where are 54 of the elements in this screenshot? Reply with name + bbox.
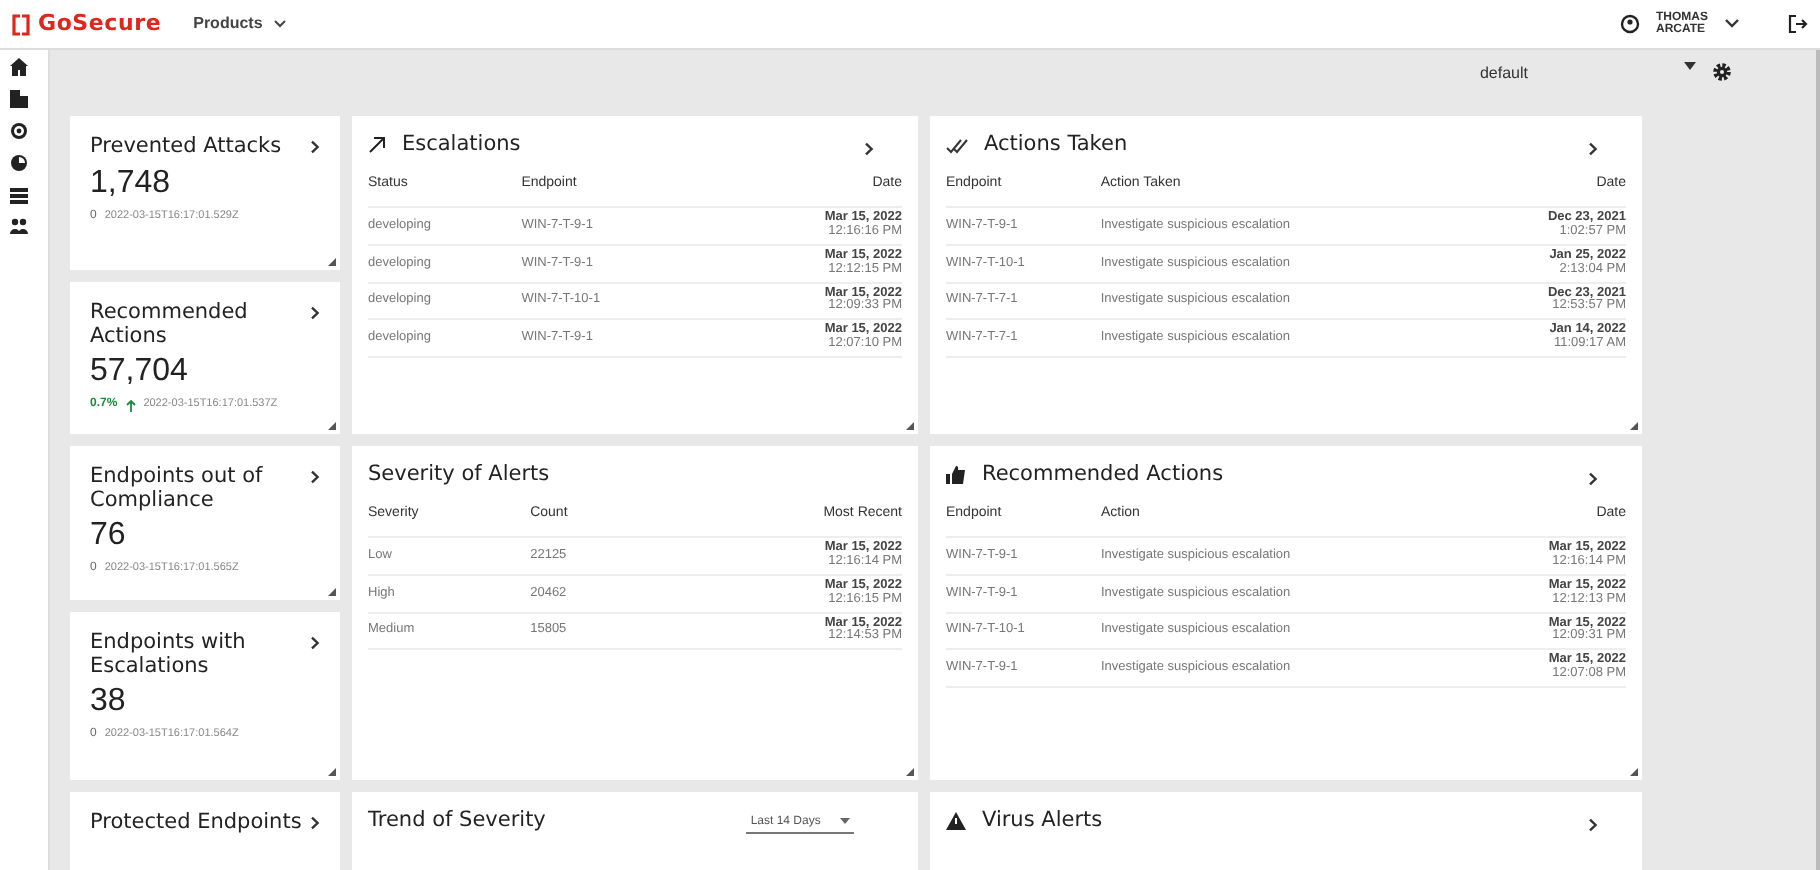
caret-icon[interactable]: [1684, 62, 1696, 70]
pie-chart-icon[interactable]: [10, 154, 28, 172]
logo-icon: [12, 13, 30, 35]
panel-title: Trend of Severity: [368, 806, 546, 836]
stat-value: 38: [90, 686, 128, 719]
resize-handle-icon[interactable]: [328, 768, 336, 776]
stat-title: Prevented Attacks: [90, 136, 282, 160]
logout-icon[interactable]: [1788, 14, 1808, 34]
panel-title: Actions Taken: [984, 130, 1128, 160]
stat-value: 1,748: [90, 167, 173, 200]
resize-handle-icon[interactable]: [328, 588, 336, 596]
panel-title: Recommended Actions: [982, 460, 1224, 490]
warning-icon: [946, 812, 966, 831]
stat-value: 57,704: [90, 356, 190, 389]
resize-handle-icon[interactable]: [906, 768, 914, 776]
caret-icon[interactable]: [840, 817, 850, 824]
resize-handle-icon[interactable]: [1630, 768, 1638, 776]
resize-handle-icon[interactable]: [1630, 422, 1638, 430]
stat-title: Endpoints out of Compliance: [90, 466, 265, 513]
chevron-icon[interactable]: [1588, 472, 1598, 486]
user-icon: [1620, 14, 1640, 34]
chevron-icon[interactable]: [310, 306, 320, 320]
target-icon[interactable]: [10, 122, 28, 140]
arrow-icon: [368, 136, 386, 155]
panel-title: Severity of Alerts: [368, 460, 550, 490]
up-arrow-icon: [125, 399, 136, 412]
chevron-icon[interactable]: [864, 142, 874, 156]
panel-title: Escalations: [402, 130, 521, 160]
stat-title: Recommended Actions: [90, 302, 250, 349]
resize-handle-icon[interactable]: [328, 422, 336, 430]
chevron-icon[interactable]: [1588, 142, 1598, 156]
stat-title: Endpoints with Escalations: [90, 632, 248, 679]
settings-icon[interactable]: [1712, 62, 1732, 82]
resize-handle-icon[interactable]: [328, 258, 336, 266]
filter-select[interactable]: default: [1479, 62, 1528, 86]
stat-value: 76: [90, 520, 128, 553]
chevron-icon[interactable]: [310, 470, 320, 484]
panel-title: Virus Alerts: [982, 806, 1103, 836]
chevron-icon[interactable]: [310, 816, 320, 830]
caret-icon[interactable]: [273, 19, 286, 28]
resize-handle-icon[interactable]: [906, 422, 914, 430]
products-menu[interactable]: Products: [193, 12, 286, 36]
home-icon[interactable]: [10, 58, 28, 76]
users-icon[interactable]: [10, 218, 28, 234]
logo-text: GoSecure: [38, 7, 162, 40]
list-icon[interactable]: [10, 186, 28, 204]
chevron-icon[interactable]: [1588, 818, 1598, 832]
building-icon[interactable]: [10, 90, 28, 108]
stat-title: Protected Endpoints: [90, 812, 302, 836]
thumbs-up-icon: [946, 466, 966, 485]
caret-icon[interactable]: [1724, 18, 1740, 30]
chevron-icon[interactable]: [310, 636, 320, 650]
chevron-icon[interactable]: [310, 140, 320, 154]
check-icon: [946, 137, 968, 154]
